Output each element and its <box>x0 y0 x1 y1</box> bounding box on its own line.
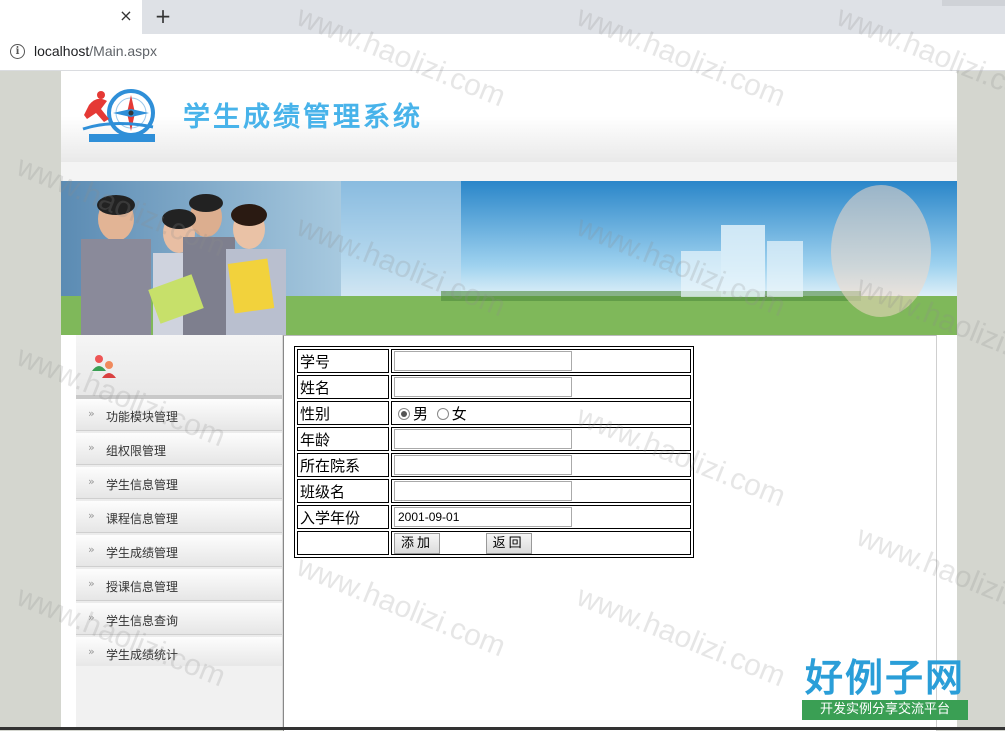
browser-tab[interactable]: × <box>0 0 142 34</box>
name-input[interactable] <box>394 377 572 397</box>
users-icon <box>92 355 116 378</box>
close-tab-icon[interactable]: × <box>118 7 134 25</box>
enroll-year-input[interactable] <box>394 507 572 527</box>
sidebar-header <box>76 335 282 399</box>
age-label: 年龄 <box>297 427 389 451</box>
student-form: 学号 姓名 性别 男 女 年龄 所在院系 班级名 入学年份 2001-09-01… <box>294 346 694 558</box>
form-row-actions: 添加 返回 <box>297 531 691 555</box>
sidebar-item-label: 授课信息管理 <box>106 580 179 594</box>
sidebar-item-student-query[interactable]: » 学生信息查询 <box>76 603 282 635</box>
back-button[interactable]: 返回 <box>485 532 532 554</box>
gender-female-label[interactable]: 女 <box>452 405 467 423</box>
class-name-input[interactable] <box>394 481 572 501</box>
form-row-name: 姓名 <box>297 375 691 399</box>
chevron-right-icon: » <box>88 645 95 658</box>
department-label: 所在院系 <box>297 453 389 477</box>
brand-name: 好例子网 <box>804 656 965 700</box>
sidebar-item-function-modules[interactable]: » 功能模块管理 <box>76 399 282 431</box>
class-name-label: 班级名 <box>297 479 389 503</box>
add-button[interactable]: 添加 <box>394 532 441 554</box>
grade-system-logo-icon <box>82 89 155 142</box>
chevron-right-icon: » <box>88 441 95 454</box>
sidebar-item-label: 课程信息管理 <box>106 512 179 526</box>
form-row-department: 所在院系 <box>297 453 691 477</box>
banner-image <box>61 181 957 335</box>
gender-male-radio[interactable] <box>398 408 410 420</box>
age-input[interactable] <box>394 429 572 449</box>
url-text[interactable]: localhost/Main.aspx <box>34 42 157 60</box>
sidebar-item-label: 学生信息查询 <box>106 614 179 628</box>
system-title: 学生成绩管理系统 <box>183 102 423 133</box>
header-strip <box>61 162 957 181</box>
brand-subtitle: 开发实例分享交流平台 <box>802 700 968 720</box>
gender-label: 性别 <box>297 401 389 425</box>
chevron-right-icon: » <box>88 611 95 624</box>
sidebar-footer <box>76 666 282 730</box>
form-row-class: 班级名 <box>297 479 691 503</box>
form-row-age: 年龄 <box>297 427 691 451</box>
sidebar-item-label: 学生成绩管理 <box>106 546 179 560</box>
chevron-right-icon: » <box>88 577 95 590</box>
gender-female-radio[interactable] <box>436 408 449 420</box>
sidebar-item-grade-statistics[interactable]: » 学生成绩统计 <box>76 637 282 669</box>
chevron-right-icon: » <box>88 543 95 556</box>
url-host: localhost <box>34 43 90 59</box>
watermark-brand-logo: 好例子网 开发实例分享交流平台 <box>802 656 968 720</box>
student-id-label: 学号 <box>297 349 389 373</box>
sidebar-item-student-info[interactable]: » 学生信息管理 <box>76 467 282 499</box>
page: 学生成绩管理系统 » 功能模块管理 » 组权限管理 » 学生信息管理 » 课程信… <box>61 71 957 731</box>
sidebar-item-label: 学生信息管理 <box>106 478 179 492</box>
chevron-right-icon: » <box>88 407 95 420</box>
form-row-enroll-year: 入学年份 <box>297 505 691 529</box>
sidebar-item-label: 功能模块管理 <box>106 410 179 424</box>
gender-male-label[interactable]: 男 <box>413 405 428 423</box>
window-controls <box>942 0 1005 6</box>
browser-tab-bar: × + <box>0 0 1005 34</box>
chevron-right-icon: » <box>88 475 95 488</box>
sidebar: » 功能模块管理 » 组权限管理 » 学生信息管理 » 课程信息管理 » 学生成绩管理 »… <box>76 335 285 730</box>
address-bar[interactable]: i localhost/Main.aspx <box>0 34 1005 71</box>
new-tab-icon[interactable]: + <box>153 5 173 27</box>
enroll-year-label: 入学年份 <box>297 505 389 529</box>
form-row-student-id: 学号 <box>297 349 691 373</box>
name-label: 姓名 <box>297 375 389 399</box>
department-input[interactable] <box>394 455 572 475</box>
chevron-right-icon: » <box>88 509 95 522</box>
sidebar-item-label: 学生成绩统计 <box>106 648 179 662</box>
sidebar-item-course-info[interactable]: » 课程信息管理 <box>76 501 282 533</box>
student-id-input[interactable] <box>394 351 572 371</box>
url-path: /Main.aspx <box>89 43 157 59</box>
sidebar-menu: » 功能模块管理 » 组权限管理 » 学生信息管理 » 课程信息管理 » 学生成绩管理 »… <box>76 399 282 671</box>
sidebar-item-group-permissions[interactable]: » 组权限管理 <box>76 433 282 465</box>
form-row-gender: 性别 男 女 <box>297 401 691 425</box>
sidebar-item-teaching-info[interactable]: » 授课信息管理 <box>76 569 282 601</box>
site-info-icon[interactable]: i <box>10 44 25 59</box>
sidebar-item-label: 组权限管理 <box>106 444 167 458</box>
site-header: 学生成绩管理系统 <box>61 71 957 162</box>
sidebar-item-grade-management[interactable]: » 学生成绩管理 <box>76 535 282 567</box>
